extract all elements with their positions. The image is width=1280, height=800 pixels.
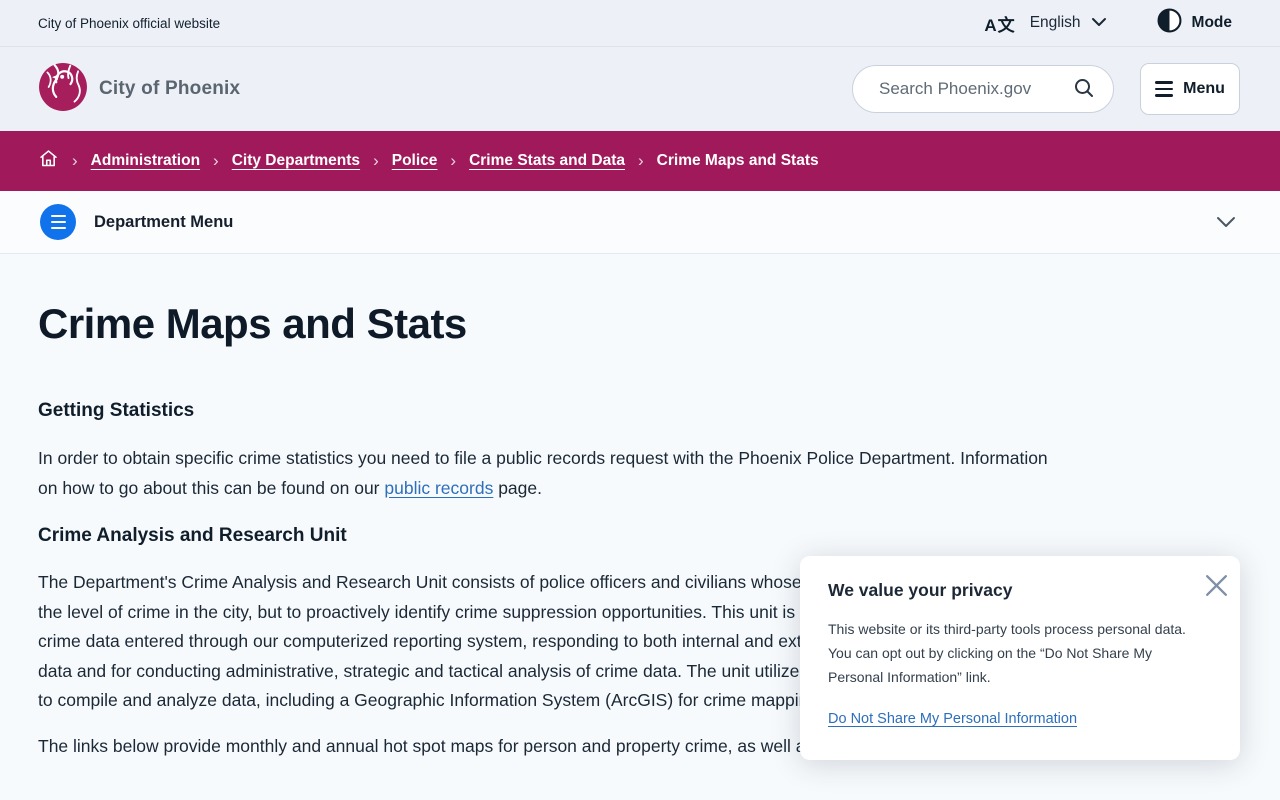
breadcrumb-separator: › [213, 150, 219, 170]
paragraph-text: In order to obtain specific crime statis… [38, 448, 1048, 498]
paragraph-text: page. [493, 478, 542, 498]
breadcrumb-link-crime-stats-and-data[interactable]: Crime Stats and Data [469, 152, 625, 170]
language-label: English [1029, 14, 1081, 31]
breadcrumb-separator: › [450, 150, 457, 170]
breadcrumb-separator: › [373, 150, 379, 170]
city-logo-link[interactable]: City of Phoenix [38, 62, 240, 117]
mode-label: Mode [1191, 14, 1232, 31]
language-selector[interactable]: A文 English [984, 11, 1106, 36]
breadcrumb-current-page: Crime Maps and Stats [656, 152, 819, 169]
section-heading-crime-analysis-unit: Crime Analysis and Research Unit [38, 525, 347, 546]
home-icon [38, 148, 59, 174]
department-menu-button[interactable] [40, 204, 76, 240]
breadcrumb-link-administration[interactable]: Administration [91, 152, 200, 170]
hamburger-icon [1155, 81, 1174, 97]
privacy-dialog-title: We value your privacy [828, 580, 1013, 600]
search-submit-button[interactable] [1073, 77, 1095, 102]
section-heading-getting-statistics: Getting Statistics [38, 400, 195, 421]
breadcrumb-separator: › [72, 150, 78, 170]
utility-bar: City of Phoenix official website A文 Engl… [0, 0, 1280, 47]
department-menu-bar: Department Menu [0, 191, 1280, 254]
privacy-dialog-body: This website or its third-party tools pr… [828, 621, 1186, 685]
search-input[interactable] [879, 79, 1059, 99]
official-website-label: City of Phoenix official website [38, 15, 221, 31]
contrast-mode-icon [1157, 8, 1182, 38]
mode-toggle[interactable]: Mode [1157, 8, 1232, 38]
breadcrumb-home-link[interactable] [38, 148, 59, 174]
search-icon [1073, 77, 1095, 102]
privacy-consent-dialog: We value your privacy This website or it… [800, 556, 1240, 760]
breadcrumb-separator: › [638, 150, 644, 170]
search-bar[interactable] [852, 65, 1114, 113]
page-title: Crime Maps and Stats [38, 300, 467, 347]
close-icon [1203, 572, 1230, 602]
getting-statistics-paragraph: In order to obtain specific crime statis… [38, 443, 1048, 503]
brand-name: City of Phoenix [99, 78, 241, 99]
main-menu-button[interactable]: Menu [1140, 63, 1240, 115]
breadcrumb-link-city-departments[interactable]: City Departments [232, 152, 360, 170]
menu-label: Menu [1183, 80, 1225, 97]
translate-icon: A文 [984, 15, 1016, 35]
breadcrumb-link-police[interactable]: Police [392, 152, 438, 170]
do-not-share-link[interactable]: Do Not Share My Personal Information [828, 711, 1077, 727]
department-menu-chevron-icon[interactable] [1216, 216, 1236, 228]
department-menu-label: Department Menu [94, 212, 234, 231]
close-privacy-dialog-button[interactable] [1199, 568, 1234, 606]
breadcrumb: › Administration › City Departments › Po… [0, 131, 1280, 191]
phoenix-bird-logo-icon [38, 62, 88, 117]
chevron-down-icon [1091, 14, 1107, 32]
site-header: City of Phoenix Menu [0, 47, 1280, 131]
public-records-link[interactable]: public records [384, 478, 493, 498]
